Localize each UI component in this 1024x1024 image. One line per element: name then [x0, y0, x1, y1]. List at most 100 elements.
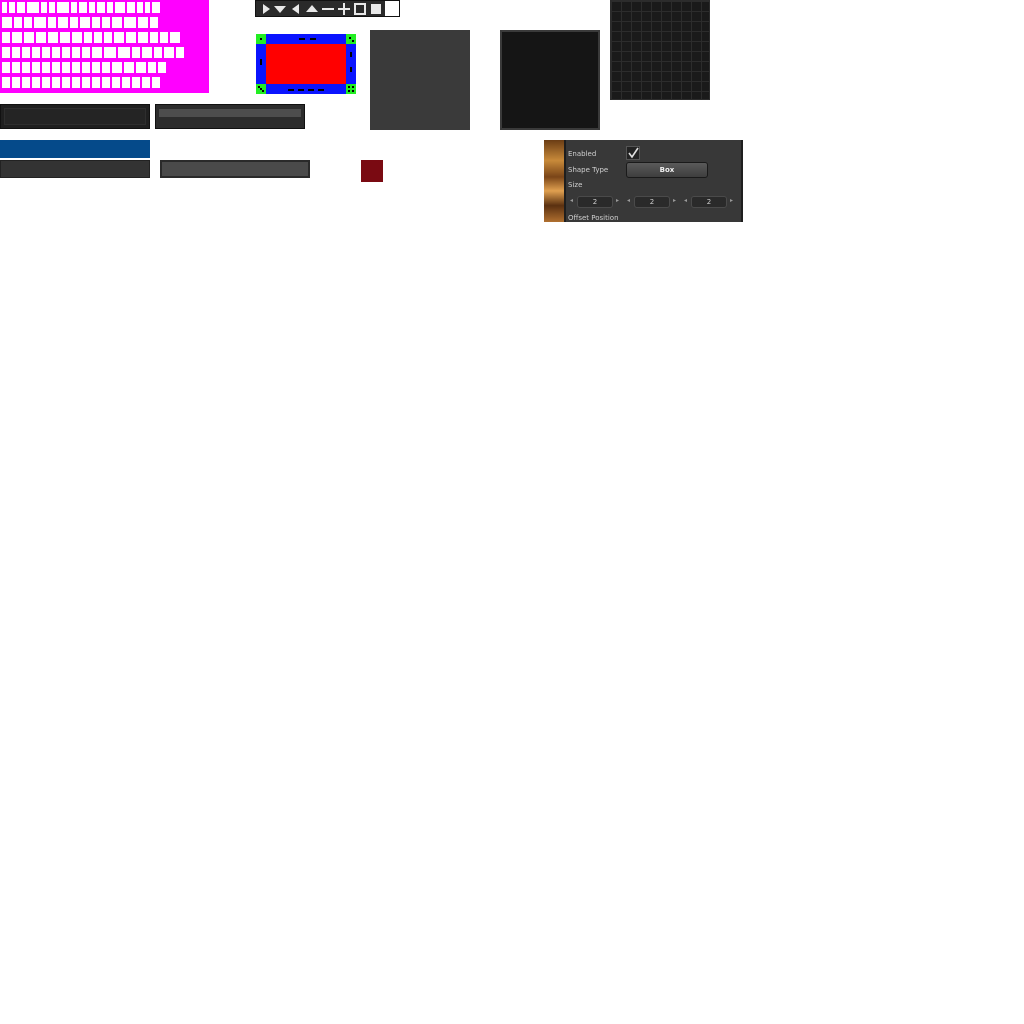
glyph-cell: [91, 61, 101, 74]
glyph-cell: [169, 31, 181, 44]
size-z-field[interactable]: 2: [691, 196, 727, 208]
glyph-cell: [70, 1, 78, 14]
edge-mark-left: [260, 59, 262, 65]
size-x-right-arrow-icon[interactable]: ▸: [616, 197, 619, 204]
glyph-cell: [11, 61, 21, 74]
glyph-cell: [1, 16, 13, 29]
size-y-right-arrow-icon[interactable]: ▸: [673, 197, 676, 204]
edge-mark-bottom: [288, 89, 294, 91]
glyph-cell: [51, 46, 61, 59]
panel-gray: [370, 30, 470, 130]
play-right-icon: [263, 4, 270, 14]
glyph-cell: [48, 1, 56, 14]
glyph-cell: [96, 1, 106, 14]
glyph-cell: [51, 61, 61, 74]
glyph-cell: [88, 1, 96, 14]
glyph-cell: [83, 31, 93, 44]
glyph-cell: [149, 31, 159, 44]
gray-bar-light: [160, 160, 310, 178]
glyph-cell: [41, 46, 51, 59]
red-swatch: [361, 160, 383, 182]
glyph-cell: [81, 61, 91, 74]
inspector-body: Enabled Shape Type Box Size ◂ 2 ▸ ◂ 2 ▸ …: [564, 140, 743, 222]
glyph-row: [1, 1, 161, 14]
glyph-cell: [1, 31, 11, 44]
glyph-cell: [21, 46, 31, 59]
glyph-cell: [114, 1, 126, 14]
glyph-cell: [11, 76, 21, 89]
glyph-cell: [61, 46, 71, 59]
shape-type-label: Shape Type: [568, 166, 609, 174]
glyph-cell: [123, 61, 135, 74]
glyph-cell: [31, 61, 41, 74]
square-filled-icon: [371, 4, 381, 14]
edge-mark-right: [350, 52, 352, 57]
glyph-cell: [151, 1, 161, 14]
glyph-cell: [33, 16, 47, 29]
size-x-field[interactable]: 2: [577, 196, 613, 208]
glyph-cell: [91, 46, 103, 59]
glyph-cell: [93, 31, 103, 44]
glyph-cell: [131, 76, 141, 89]
shape-type-dropdown[interactable]: Box: [626, 162, 708, 178]
size-x-left-arrow-icon[interactable]: ◂: [570, 197, 573, 204]
nine-slice-center: [266, 44, 346, 84]
glyph-cell: [1, 46, 11, 59]
size-z-left-arrow-icon[interactable]: ◂: [684, 197, 687, 204]
glyph-cell: [71, 31, 83, 44]
glyph-cell: [35, 31, 47, 44]
nine-slice-frame: [256, 34, 356, 94]
arrow-down-icon: [274, 6, 286, 13]
icon-strip: [255, 0, 400, 17]
glyph-cell: [126, 1, 136, 14]
glyph-cell: [31, 46, 41, 59]
corner-bottom-left: [256, 84, 266, 94]
glyph-cell: [144, 1, 151, 14]
glyph-cell: [147, 61, 157, 74]
gray-bar: [0, 160, 150, 178]
blue-selection-bar: [0, 140, 150, 158]
glyph-row: [1, 31, 181, 44]
glyph-atlas: [0, 0, 209, 93]
glyph-cell: [81, 46, 91, 59]
glyph-cell: [117, 46, 131, 59]
enabled-label: Enabled: [568, 150, 597, 158]
glyph-cell: [78, 1, 88, 14]
glyph-cell: [47, 16, 57, 29]
glyph-row: [1, 16, 159, 29]
edge-mark-bottom: [298, 89, 304, 91]
glyph-cell: [153, 46, 163, 59]
size-z-right-arrow-icon[interactable]: ▸: [730, 197, 733, 204]
glyph-cell: [111, 61, 123, 74]
size-y-field[interactable]: 2: [634, 196, 670, 208]
glyph-cell: [111, 76, 121, 89]
glyph-cell: [79, 16, 91, 29]
glyph-cell: [141, 46, 153, 59]
size-y-left-arrow-icon[interactable]: ◂: [627, 197, 630, 204]
glyph-cell: [137, 31, 149, 44]
glyph-cell: [8, 1, 16, 14]
glyph-cell: [40, 1, 48, 14]
glyph-cell: [13, 16, 23, 29]
glyph-row: [1, 76, 161, 89]
checkmark-icon: [628, 147, 639, 159]
glyph-cell: [1, 61, 11, 74]
glyph-cell: [69, 16, 79, 29]
size-label: Size: [568, 181, 583, 189]
glyph-cell: [163, 46, 175, 59]
glyph-cell: [113, 31, 125, 44]
enabled-checkbox[interactable]: [626, 146, 640, 160]
glyph-cell: [21, 61, 31, 74]
offset-position-label: Offset Position: [568, 214, 619, 222]
glyph-cell: [103, 46, 117, 59]
edge-mark-top: [299, 38, 305, 40]
glyph-cell: [111, 16, 123, 29]
glyph-cell: [101, 16, 111, 29]
glyph-cell: [91, 76, 101, 89]
glyph-cell: [1, 76, 11, 89]
glyph-cell: [141, 76, 151, 89]
glyph-cell: [51, 76, 61, 89]
glyph-cell: [23, 31, 35, 44]
scene-thumbnail: [544, 140, 564, 222]
glyph-cell: [101, 76, 111, 89]
